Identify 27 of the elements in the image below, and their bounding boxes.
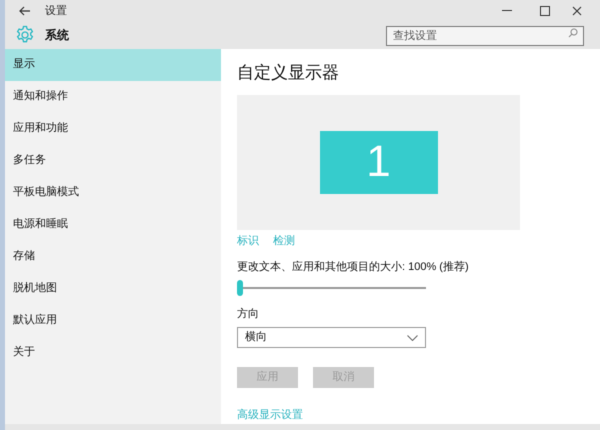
search-field[interactable]: 查找设置 (386, 26, 584, 46)
back-arrow-icon[interactable] (19, 6, 31, 16)
slider-thumb[interactable] (237, 280, 243, 296)
close-icon[interactable] (572, 6, 582, 16)
sidebar-item[interactable]: 平板电脑模式 (5, 176, 221, 209)
scale-label: 更改文本、应用和其他项目的大小: 100% (推荐) (237, 260, 469, 276)
sidebar-item[interactable]: 关于 (5, 336, 221, 369)
search-icon[interactable] (568, 28, 578, 38)
page-heading: 自定义显示器 (237, 62, 339, 84)
sidebar-item[interactable]: 存储 (5, 240, 221, 273)
orientation-label: 方向 (237, 306, 259, 322)
minimize-icon[interactable] (502, 10, 512, 12)
sidebar-item[interactable]: 显示 (5, 48, 221, 81)
scale-slider[interactable] (237, 280, 426, 296)
sidebar-item[interactable]: 脱机地图 (5, 272, 221, 305)
window-title: 设置 (45, 4, 67, 20)
display-number: 1 (366, 140, 391, 184)
orientation-dropdown[interactable]: 横向 (237, 327, 426, 348)
sidebar-item[interactable]: 电源和睡眠 (5, 208, 221, 241)
chevron-down-icon (407, 334, 418, 341)
sidebar-item[interactable]: 默认应用 (5, 304, 221, 337)
sidebar-item[interactable]: 多任务 (5, 144, 221, 177)
section-title: 系统 (45, 26, 69, 44)
sidebar-item[interactable]: 应用和功能 (5, 112, 221, 145)
maximize-icon[interactable] (540, 6, 550, 16)
sidebar-item[interactable]: 通知和操作 (5, 80, 221, 113)
gear-icon (15, 24, 35, 45)
